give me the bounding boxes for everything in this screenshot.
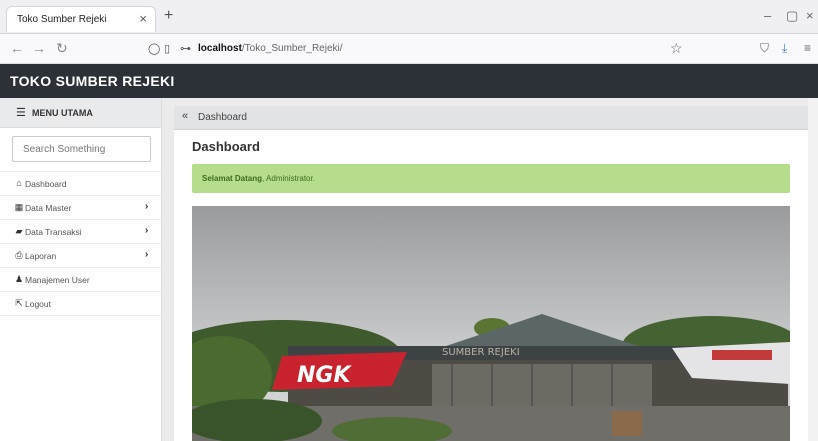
forward-icon[interactable]: → (32, 40, 46, 56)
alert-bold: Selamat Datang (202, 174, 263, 183)
sidebar-item-manajemen-user[interactable]: ♟ Manajemen User (0, 268, 161, 292)
back-icon[interactable]: ← (10, 40, 24, 56)
pocket-icon[interactable]: ⛉ (760, 41, 769, 56)
sidebar-item-label: Manajemen User (25, 275, 90, 285)
url-path: /Toko_Sumber_Rejeki/ (241, 43, 343, 54)
breadcrumb-label[interactable]: Dashboard (198, 112, 247, 123)
close-window-icon[interactable]: × (806, 8, 814, 23)
user-icon: ♟ (14, 274, 24, 284)
logout-icon: ⇱ (15, 298, 23, 308)
bookmark-star-icon[interactable]: ☆ (670, 40, 683, 57)
sidebar-item-label: Laporan (25, 251, 57, 261)
page-scrollbar[interactable] (808, 98, 818, 441)
tab-title: Toko Sumber Rejeki (17, 14, 107, 25)
alert-rest: , Administrator. (262, 174, 315, 183)
sidebar-item-dashboard[interactable]: ⌂ Dashboard (0, 172, 161, 196)
key-icon[interactable]: ⊶ (180, 42, 191, 55)
sidebar-item-label: Logout (25, 299, 51, 309)
folder-icon: ▰ (15, 226, 23, 236)
app-header: TOKO SUMBER REJEKI (0, 64, 818, 98)
browser-nav-bar: ← → ↻ ◯ ▯ ⊶ localhost/Toko_Sumber_Rejeki… (0, 34, 818, 64)
address-bar[interactable]: localhost/Toko_Sumber_Rejeki/ (198, 43, 343, 54)
chevron-right-icon: › (145, 201, 149, 212)
sidebar-item-label: Data Master (25, 203, 72, 213)
restore-icon[interactable]: ▢ (786, 8, 798, 24)
brand-title[interactable]: TOKO SUMBER REJEKI (10, 73, 175, 89)
new-tab-icon[interactable]: + (164, 7, 173, 25)
download-icon[interactable]: ⤓ (782, 41, 787, 56)
page-icon[interactable]: ▯ (164, 42, 170, 55)
print-icon: ⎙ (15, 250, 23, 260)
browser-tab-bar: Toko Sumber Rejeki × + – ▢ × (0, 0, 818, 34)
sidebar-search (0, 128, 161, 172)
grid-icon: ▦ (14, 202, 24, 212)
sidebar-item-label: Data Transaksi (25, 227, 82, 237)
store-sign: SUMBER REJEKI (442, 347, 520, 358)
bars-icon: ☰ (16, 107, 26, 119)
shield-icon[interactable]: ◯ (148, 42, 160, 55)
ngk-sign: NGK (297, 363, 352, 388)
double-chevron-left-icon[interactable]: « (182, 110, 188, 122)
minimize-icon[interactable]: – (764, 8, 771, 23)
sidebar-item-label: Dashboard (25, 179, 67, 189)
sidebar-header: ☰ MENU UTAMA (0, 98, 161, 128)
store-photo-illustration: NGK SUMBER REJEKI (192, 206, 790, 441)
tab-close-icon[interactable]: × (139, 11, 147, 26)
sidebar-item-logout[interactable]: ⇱ Logout (0, 292, 161, 316)
sidebar-item-laporan[interactable]: ⎙ Laporan › (0, 244, 161, 268)
welcome-alert: Selamat Datang, Administrator. (192, 164, 790, 193)
sidebar-item-data-transaksi[interactable]: ▰ Data Transaksi › (0, 220, 161, 244)
store-photo: NGK SUMBER REJEKI (192, 206, 790, 441)
sidebar: ☰ MENU UTAMA ⌂ Dashboard ▦ Data Master ›… (0, 98, 162, 441)
sidebar-header-label: MENU UTAMA (32, 108, 93, 118)
browser-tab[interactable]: Toko Sumber Rejeki × (6, 6, 156, 32)
alert-text: Selamat Datang, Administrator. (202, 174, 315, 183)
sidebar-item-data-master[interactable]: ▦ Data Master › (0, 196, 161, 220)
home-icon: ⌂ (16, 178, 22, 188)
search-input[interactable] (12, 136, 151, 162)
main-content: « Dashboard Dashboard Selamat Datang, Ad… (162, 98, 808, 441)
chevron-right-icon: › (145, 249, 149, 260)
menu-icon[interactable]: ≡ (804, 41, 811, 55)
page-title: Dashboard (192, 139, 260, 154)
reload-icon[interactable]: ↻ (56, 40, 68, 57)
chevron-right-icon: › (145, 225, 149, 236)
breadcrumb: « Dashboard (174, 106, 808, 130)
url-host: localhost (198, 43, 242, 54)
content-panel: Dashboard Selamat Datang, Administrator. (174, 130, 808, 441)
